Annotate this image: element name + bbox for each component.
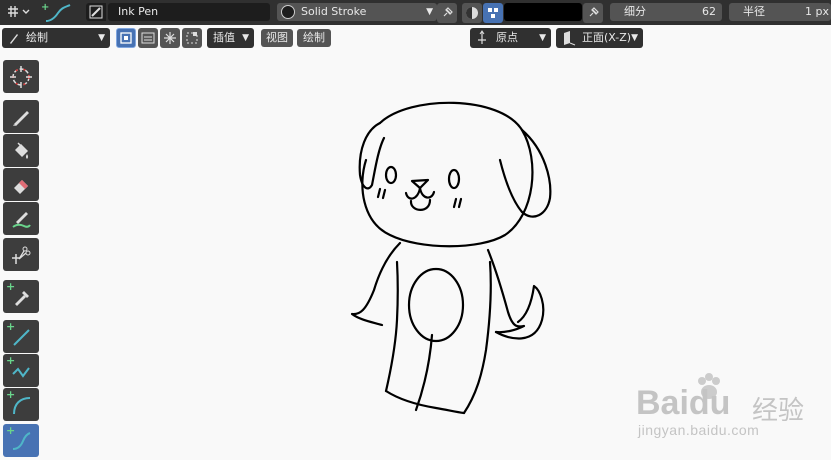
watermark-brand: Baidu bbox=[636, 384, 731, 422]
baidu-watermark: Baidu 经验 jingyan.baidu.com bbox=[636, 370, 826, 450]
watermark-brand-cn: 经验 bbox=[752, 395, 805, 425]
watermark-url: jingyan.baidu.com bbox=[638, 422, 760, 438]
